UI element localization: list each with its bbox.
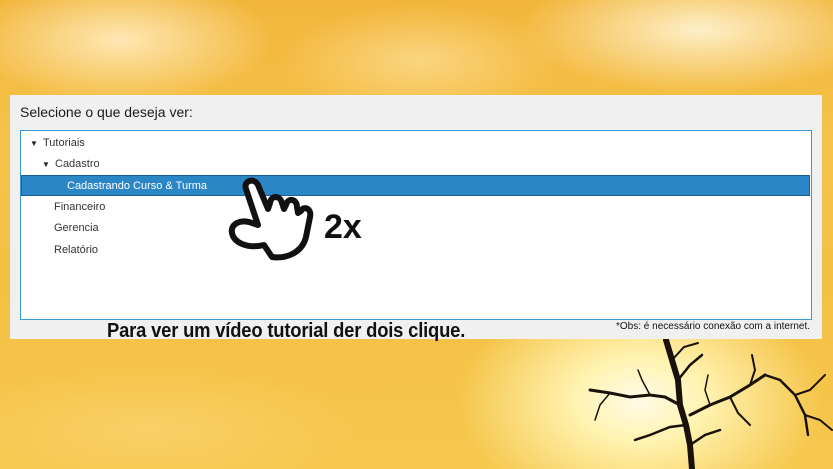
selection-panel: Selecione o que deseja ver: ▼ Tutoriais … [10, 95, 822, 342]
tree-node-label: Financeiro [54, 201, 106, 213]
tree-node-label: Relatório [54, 244, 99, 256]
tree-node-label: Tutoriais [43, 137, 85, 149]
pointing-hand-icon [228, 177, 314, 261]
internet-required-note: *Obs: é necessário conexão com a interne… [616, 321, 810, 332]
double-click-label: 2x [324, 208, 362, 246]
expanded-triangle-icon[interactable]: ▼ [42, 154, 50, 175]
tree-node-gerencia[interactable]: Gerencia [21, 218, 810, 239]
tree-branches-decoration [588, 337, 833, 469]
tree-node-cadastro[interactable]: ▼ Cadastro [21, 154, 810, 175]
tree-node-label: Cadastrando Curso & Turma [67, 180, 208, 192]
tree-node-label: Cadastro [55, 158, 100, 170]
panel-title: Selecione o que deseja ver: [20, 104, 193, 120]
tutorial-tree-view[interactable]: ▼ Tutoriais ▼ Cadastro Cadastrando Curso… [20, 130, 812, 342]
tree-node-relatorio[interactable]: Relatório [21, 240, 810, 261]
tree-node-tutoriais[interactable]: ▼ Tutoriais [21, 133, 810, 154]
tree-node-cadastrando-curso-turma[interactable]: Cadastrando Curso & Turma [21, 175, 810, 196]
tree-node-financeiro[interactable]: Financeiro [21, 197, 810, 218]
double-click-instruction: Para ver um vídeo tutorial der dois cliq… [107, 320, 466, 342]
tree-node-label: Gerencia [54, 222, 99, 234]
expanded-triangle-icon[interactable]: ▼ [30, 133, 38, 154]
